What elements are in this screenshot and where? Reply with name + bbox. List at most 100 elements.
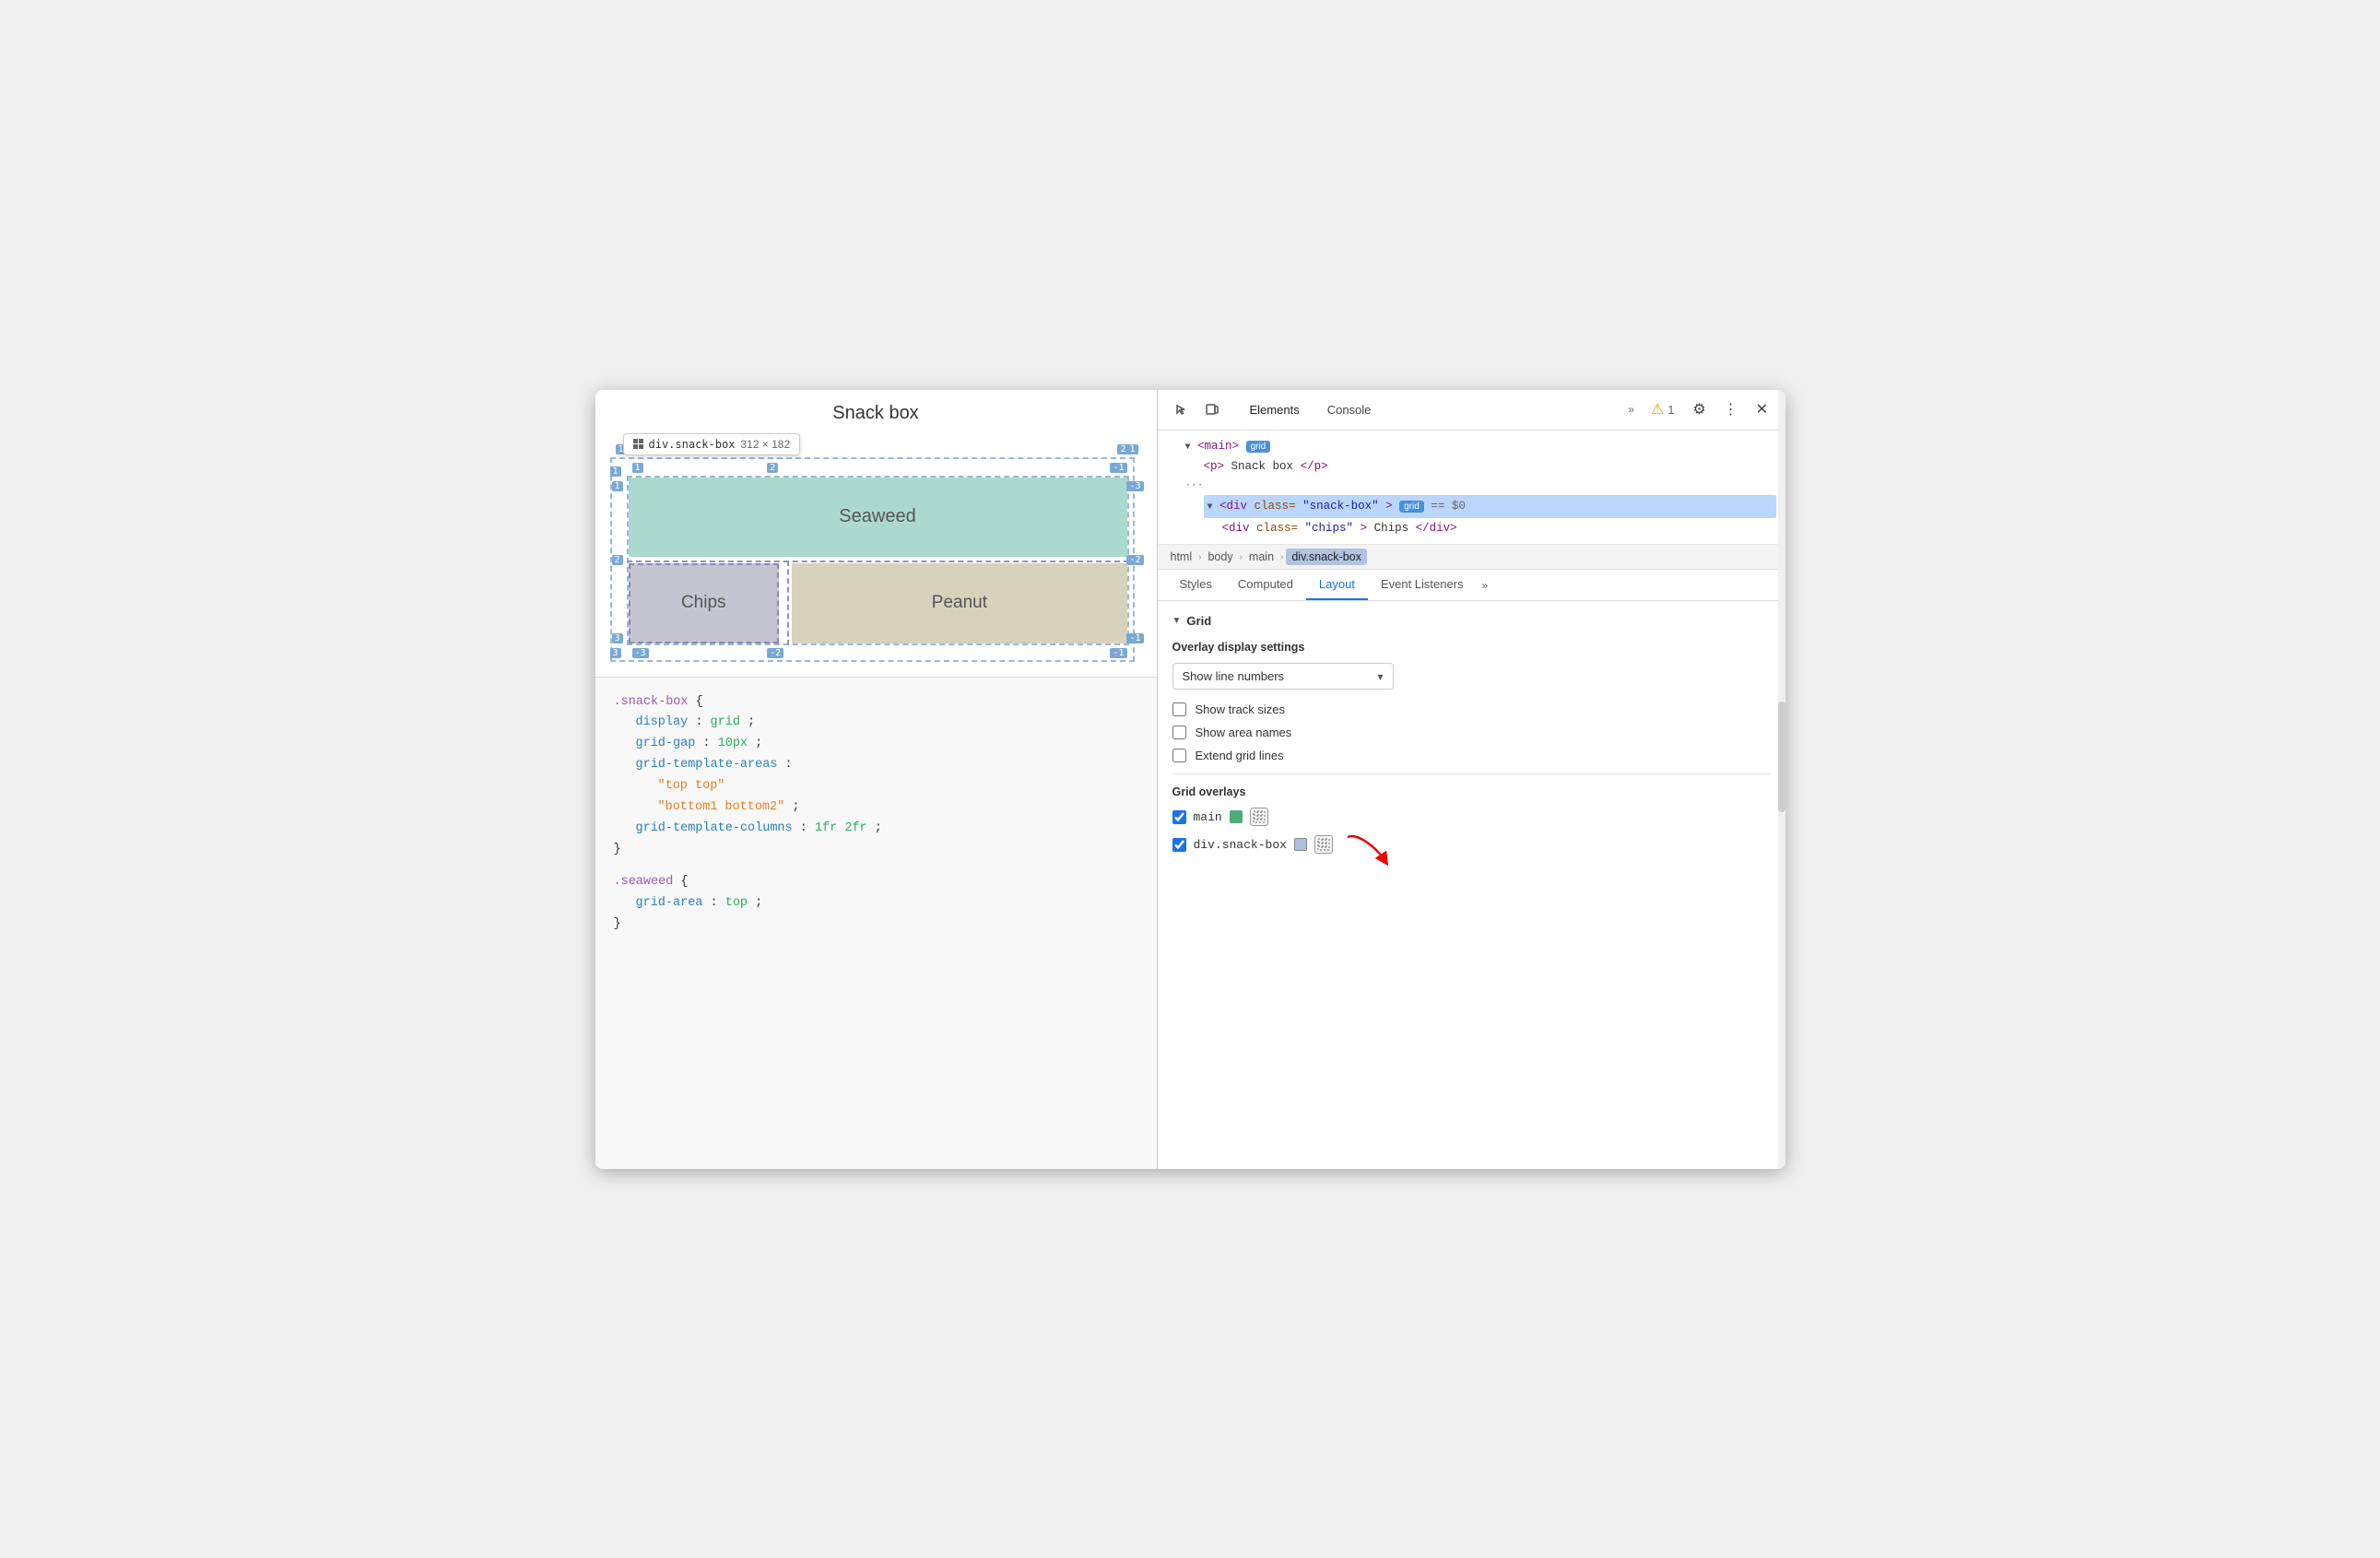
bc-snack-box[interactable]: div.snack-box xyxy=(1286,549,1367,565)
code-line-gap: grid-gap : 10px ; xyxy=(614,734,1138,755)
code-blank xyxy=(614,861,1138,872)
left-panel: Snack box div.snack-box 312 × 182 xyxy=(595,390,1158,1169)
code-line-bottom: "bottom1 bottom2" ; xyxy=(614,797,1138,819)
code-line-1: .snack-box { xyxy=(614,692,1138,714)
code-close-2: } xyxy=(614,915,1138,936)
overlay-snackbox-color-swatch[interactable] xyxy=(1294,838,1307,851)
inner-h-line xyxy=(627,561,1129,562)
more-options-button[interactable]: ⋮ xyxy=(1717,395,1745,423)
tab-console[interactable]: Console xyxy=(1314,397,1384,422)
tooltip-element-size: 312 × 182 xyxy=(740,438,790,451)
bc-main[interactable]: main xyxy=(1245,549,1278,565)
row-num-3: 3 xyxy=(610,648,621,658)
code-line-template-areas: grid-template-areas : xyxy=(614,755,1138,776)
code-close-1: } xyxy=(614,840,1138,861)
code-panel: .snack-box { display : grid ; grid-gap :… xyxy=(595,677,1157,1169)
overlay-snackbox-name: div.snack-box xyxy=(1194,838,1287,852)
inner-col-1: 1 xyxy=(632,463,643,473)
area-names-label: Show area names xyxy=(1196,726,1292,739)
inner-row-3: 3 xyxy=(612,633,623,643)
sub-tab-more[interactable]: » xyxy=(1477,572,1494,599)
grid-overlays-label: Grid overlays xyxy=(1172,785,1771,798)
dom-p-line: <p> Snack box </p> xyxy=(1167,456,1776,478)
overlay-settings-label: Overlay display settings xyxy=(1172,641,1771,654)
devtools-topbar: Elements Console » ⚠ 1 ⚙ ⋮ ✕ xyxy=(1158,390,1785,431)
inner-v-line xyxy=(787,561,789,645)
dom-tree: ▼ <main> grid <p> Snack box </p> ··· ▼ <… xyxy=(1158,431,1785,546)
track-sizes-row: Show track sizes xyxy=(1172,702,1771,716)
warning-icon: ⚠ xyxy=(1651,400,1664,419)
inner-col-2: 2 xyxy=(767,463,778,473)
dom-snackbox-line: ▼ <div class= "snack-box" > grid == $0 xyxy=(1167,495,1776,518)
dom-ellipsis: ··· xyxy=(1167,478,1776,496)
scrollbar-thumb[interactable] xyxy=(1778,702,1785,812)
inner-row-neg1: -1 xyxy=(1126,633,1143,643)
red-arrow-annotation xyxy=(1338,828,1394,877)
tab-layout[interactable]: Layout xyxy=(1306,570,1368,600)
overlay-main-grid-icon[interactable] xyxy=(1250,808,1268,826)
device-toggle-button[interactable] xyxy=(1198,395,1226,423)
element-tooltip: div.snack-box 312 × 182 xyxy=(623,433,801,455)
dom-main-line: ▼ <main> grid xyxy=(1167,436,1776,457)
bc-html[interactable]: html xyxy=(1167,549,1196,565)
inspect-button[interactable] xyxy=(1167,395,1195,423)
tab-computed[interactable]: Computed xyxy=(1225,570,1306,600)
overlay-row-snackbox: div.snack-box xyxy=(1172,835,1771,854)
bc-body[interactable]: body xyxy=(1204,549,1236,565)
inner-col-neg2: -2 xyxy=(767,648,784,658)
dropdown-arrow-icon: ▾ xyxy=(1377,670,1383,683)
area-names-checkbox[interactable] xyxy=(1172,726,1186,739)
overlay-main-checkbox[interactable] xyxy=(1172,810,1186,824)
row-num-1: 1 xyxy=(610,466,621,477)
devtools-main-tabs: Elements Console xyxy=(1237,397,1384,422)
tab-styles[interactable]: Styles xyxy=(1167,570,1225,600)
inner-row-neg3: -3 xyxy=(1126,481,1143,491)
code-selector-snack: .snack-box xyxy=(614,695,689,709)
track-sizes-checkbox[interactable] xyxy=(1172,702,1186,716)
breadcrumb: html › body › main › div.snack-box xyxy=(1158,545,1785,570)
inner-col-neg1: -1 xyxy=(1110,463,1126,473)
devtools-panel: Elements Console » ⚠ 1 ⚙ ⋮ ✕ ▼ <main> gr… xyxy=(1158,390,1785,1169)
devtools-scrollbar[interactable] xyxy=(1778,390,1785,1169)
inner-row-neg2: -2 xyxy=(1126,555,1143,565)
area-names-row: Show area names xyxy=(1172,726,1771,739)
triangle-icon: ▼ xyxy=(1172,616,1182,626)
grid-icon xyxy=(633,439,643,449)
layout-panel: ▼ Grid Overlay display settings Show lin… xyxy=(1158,601,1785,1168)
code-line-grid-area: grid-area : top ; xyxy=(614,893,1138,915)
tab-event-listeners[interactable]: Event Listeners xyxy=(1368,570,1477,600)
tooltip-element-name: div.snack-box xyxy=(649,438,736,451)
warning-badge: ⚠ 1 xyxy=(1644,400,1682,419)
page-title: Snack box xyxy=(595,390,1157,431)
dropdown-value: Show line numbers xyxy=(1183,669,1285,683)
dom-chips-line: <div class= "chips" > Chips </div> xyxy=(1167,518,1776,539)
track-sizes-label: Show track sizes xyxy=(1196,702,1286,716)
extend-lines-checkbox[interactable] xyxy=(1172,749,1186,762)
extend-lines-row: Extend grid lines xyxy=(1172,749,1771,762)
cell-peanut: Peanut xyxy=(792,563,1126,643)
cell-seaweed: Seaweed xyxy=(629,478,1127,557)
grid-overlays-section: Grid overlays main xyxy=(1172,785,1771,854)
overlay-main-name: main xyxy=(1194,810,1222,824)
sub-tabs: Styles Computed Layout Event Listeners » xyxy=(1158,570,1785,601)
tab-elements[interactable]: Elements xyxy=(1237,397,1313,422)
section-divider xyxy=(1172,773,1771,774)
settings-button[interactable]: ⚙ xyxy=(1686,395,1714,423)
inner-row-1: 1 xyxy=(612,481,623,491)
overlay-row-main: main xyxy=(1172,808,1771,826)
inner-row-2: 2 xyxy=(612,555,623,565)
col-num-pos2: 2 xyxy=(1117,444,1128,454)
code-line-seaweed: .seaweed { xyxy=(614,872,1138,893)
grid-visual-area: div.snack-box 312 × 182 1 -1 2 1 3 xyxy=(610,431,1142,662)
more-tabs-chevron[interactable]: » xyxy=(1622,399,1640,419)
overlay-snackbox-checkbox[interactable] xyxy=(1172,838,1186,852)
code-line-display: display : grid ; xyxy=(614,713,1138,734)
close-button[interactable]: ✕ xyxy=(1749,395,1776,423)
code-selector-seaweed: .seaweed xyxy=(614,875,674,889)
extend-lines-label: Extend grid lines xyxy=(1196,749,1284,762)
main-content: Snack box div.snack-box 312 × 182 xyxy=(595,390,1785,1169)
snack-box-grid-container: Seaweed Chips Peanut 1 xyxy=(627,476,1129,645)
overlay-snackbox-grid-icon[interactable] xyxy=(1314,835,1333,854)
line-numbers-dropdown[interactable]: Show line numbers ▾ xyxy=(1172,663,1394,690)
overlay-main-color-swatch[interactable] xyxy=(1230,810,1243,823)
